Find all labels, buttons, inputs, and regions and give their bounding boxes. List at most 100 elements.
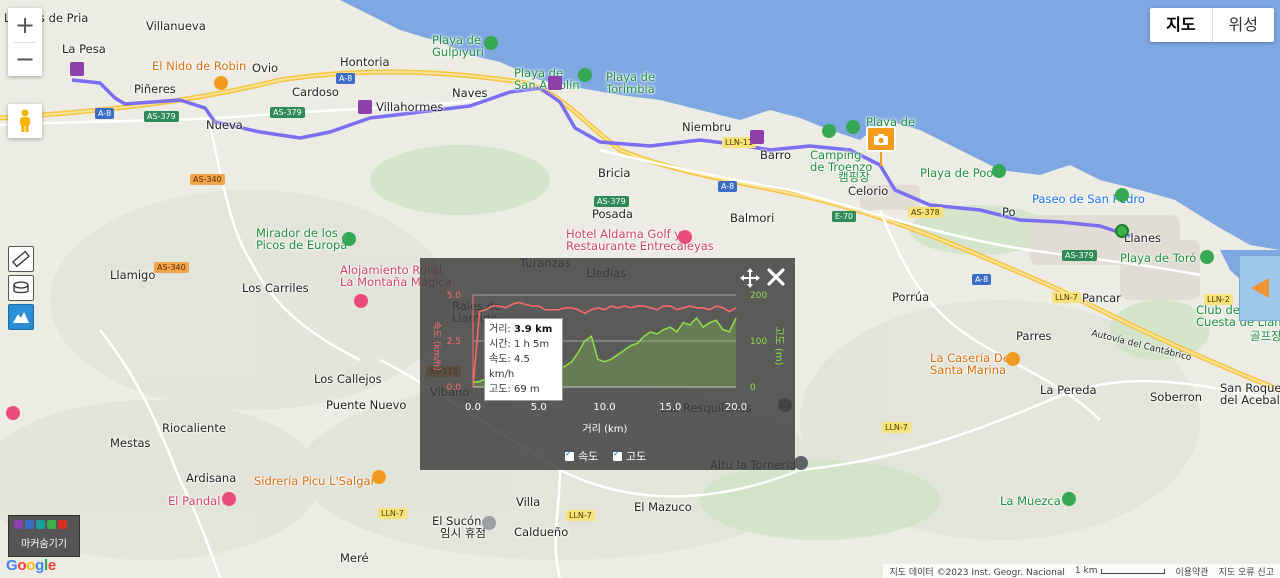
mountain-icon [13,312,29,323]
altitude-checkbox-box[interactable] [613,449,622,461]
ruler-tool-button[interactable] [8,246,34,272]
place-label-riocaliente[interactable]: Riocaliente [162,422,226,434]
place-label-callejos[interactable]: Los Callejos [314,373,382,385]
purple-photo-marker[interactable] [548,76,562,90]
elevation-tool-button[interactable] [8,304,34,330]
place-label-llanes[interactable]: Llanes [1124,232,1161,244]
hotel-icon[interactable] [678,230,692,244]
place-label-pandal[interactable]: El Pandal [168,495,220,507]
hiking-icon[interactable] [1062,492,1076,506]
marker-toggle-label: 마커숨기기 [21,539,67,550]
place-label-mirador[interactable]: Mirador de los Picos de Europa [256,227,347,251]
street-view-pegman[interactable] [8,104,42,138]
place-label-nido[interactable]: El Nido de Robin [152,60,246,72]
place-label-toro[interactable]: Playa de Toró [1120,252,1196,264]
hotel-icon[interactable] [222,492,236,506]
restaurant-icon[interactable] [482,516,496,530]
place-label-mazuco[interactable]: El Mazuco [634,501,692,513]
map-type-satellite-button[interactable]: 위성 [1213,8,1274,42]
beach-icon[interactable] [846,120,860,134]
camping-icon[interactable] [822,124,836,138]
place-label-villanueva[interactable]: Villanueva [146,20,206,32]
purple-photo-marker[interactable] [358,100,372,114]
place-label-caldueno[interactable]: Caldueño [514,526,568,538]
road-shield: AS-340 [190,174,225,185]
info-marker-swatch [25,520,34,529]
place-label-porrua[interactable]: Porrúa [892,291,929,303]
google-logo[interactable]: Google [6,557,56,574]
place-label-po[interactable]: Po [1002,206,1016,218]
place-label-parres[interactable]: Parres [1016,330,1052,342]
side-panel-toggle-button[interactable] [1239,255,1280,321]
place-label-mestas[interactable]: Mestas [110,437,151,449]
place-label-naves[interactable]: Naves [452,87,488,99]
place-label-golf-kr[interactable]: 골프장 [1250,330,1280,342]
move-panel-button[interactable] [739,267,761,289]
place-label-sidreria[interactable]: Sidrería Picu L'Salgar [254,475,375,487]
road-shield: A-8 [972,274,992,285]
place-label-hontoria[interactable]: Hontoria [340,56,390,68]
place-label-muezca[interactable]: La Muezca [1000,495,1061,507]
report-error-link[interactable]: 지도 오류 신고 [1219,565,1274,578]
place-label-mere[interactable]: Meré [340,552,369,564]
map-type-map-button[interactable]: 지도 [1150,8,1211,42]
place-label-villa[interactable]: Villa [516,496,540,508]
place-label-poo[interactable]: Playa de Poo [920,167,993,179]
place-label-caseria[interactable]: La Casería De Santa Marina [930,352,1010,376]
restaurant-icon[interactable] [1006,352,1020,366]
altitude-checkbox[interactable]: 고도 [613,448,646,464]
beach-icon[interactable] [992,164,1006,178]
hotel-icon[interactable] [354,294,368,308]
place-label-sucon-kr[interactable]: 임시 휴점 [440,527,486,539]
place-label-san-antolin[interactable]: Playa de San Antolín [514,67,580,91]
place-label-ovio[interactable]: Ovio [252,62,278,74]
restaurant-icon[interactable] [214,76,228,90]
scale-bar[interactable]: 1 km [1075,566,1166,576]
place-label-pancar[interactable]: Pancar [1082,292,1121,304]
place-label-posada[interactable]: Posada [592,208,633,220]
place-label-aldama[interactable]: Hotel Aldama Golf y Restaurante Entrecal… [566,228,714,252]
close-panel-button[interactable] [766,267,786,287]
marker-toggle-button[interactable]: 마커숨기기 [8,515,80,557]
place-pin-icon[interactable] [794,456,808,470]
terms-link[interactable]: 이용약관 [1175,565,1208,578]
place-label-gulpiyuri[interactable]: Playa de Gulpiyuri [432,34,484,58]
zoom-out-button[interactable]: − [8,42,42,76]
place-label-soberron[interactable]: Soberron [1150,391,1202,403]
place-label-pereda[interactable]: La Pereda [1040,384,1097,396]
zoom-in-button[interactable]: + [8,8,42,42]
area-tool-button[interactable] [8,275,34,301]
alert-marker-swatch [58,520,67,529]
place-label-cardoso[interactable]: Cardoso [292,86,339,98]
place-label-camping-kr[interactable]: 캠핑장 [838,171,870,183]
route-end-marker[interactable] [1115,224,1129,238]
place-label-celorio[interactable]: Celorio [848,185,888,197]
beach-icon[interactable] [1200,250,1214,264]
y-tick-label-left: 5.0 [447,291,462,301]
speed-checkbox-box[interactable] [565,449,574,461]
place-label-la-pesa[interactable]: La Pesa [62,43,106,55]
place-label-san-roque[interactable]: San Roque del Acebal [1220,382,1280,406]
restaurant-icon[interactable] [372,470,386,484]
viewpoint-icon[interactable] [1115,188,1129,202]
speed-checkbox[interactable]: 속도 [565,448,598,464]
beach-icon[interactable] [484,36,498,50]
place-label-pineres[interactable]: Piñeres [134,83,176,95]
place-label-niembru[interactable]: Niembru [682,121,731,133]
place-label-llamigo[interactable]: Llamigo [110,269,155,281]
purple-photo-marker[interactable] [750,130,764,144]
viewpoint-icon[interactable] [342,232,356,246]
purple-photo-marker[interactable] [70,62,84,76]
camera-marker[interactable] [866,126,896,152]
hotel-icon[interactable] [6,406,20,420]
place-label-carriles[interactable]: Los Carriles [242,282,309,294]
beach-icon[interactable] [578,68,592,82]
place-label-villahormes[interactable]: Villahormes [376,101,443,113]
place-label-puente[interactable]: Puente Nuevo [326,399,406,411]
place-label-balmori[interactable]: Balmori [730,212,774,224]
place-label-nueva[interactable]: Nueva [206,119,243,131]
place-label-bricia[interactable]: Bricia [598,167,630,179]
place-label-barro[interactable]: Barro [760,149,791,161]
place-label-torimbia[interactable]: Playa de Torimbia [606,71,655,95]
place-label-ardisana[interactable]: Ardisana [186,472,236,484]
